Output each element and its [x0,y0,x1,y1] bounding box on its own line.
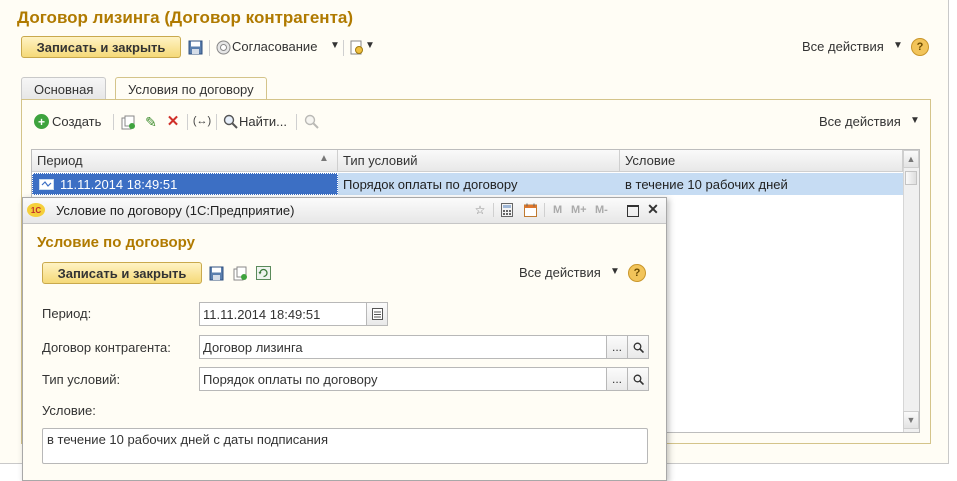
toolbar-separator [493,203,494,217]
document-settings-icon[interactable] [348,39,364,55]
search-icon[interactable] [222,113,238,129]
chevron-down-icon[interactable]: ▼ [365,40,375,51]
reread-icon[interactable] [255,265,271,281]
favorite-icon[interactable]: ☆ [473,203,487,217]
period-calendar-button[interactable] [367,302,388,326]
main-title: Договор лизинга (Договор контрагента) [17,8,354,27]
memory-minus-button[interactable]: M- [595,204,608,216]
toolbar-separator [187,114,188,130]
tab-conditions[interactable]: Условия по договору [115,77,267,101]
copy-icon[interactable] [120,114,136,130]
interval-icon[interactable]: (↔) [192,113,212,129]
chevron-down-icon[interactable]: ▼ [893,40,903,51]
contract-open-button[interactable] [628,335,649,359]
condition-label: Условие: [42,403,96,418]
copy-icon[interactable] [232,265,248,281]
toolbar-separator [343,40,344,56]
tab-main[interactable]: Основная [21,77,107,100]
app-logo: 1С [27,203,45,217]
column-header-period[interactable]: Период ▲ [32,150,338,172]
scroll-down-arrow[interactable]: ▼ [903,411,919,429]
dialog-window-title: Условие по договору (1С:Предприятие) [56,203,295,218]
help-icon[interactable]: ? [911,38,929,56]
column-header-type[interactable]: Тип условий [338,150,620,172]
vertical-scrollbar[interactable] [903,150,919,432]
calendar-icon [371,308,383,320]
search-icon [633,374,644,385]
dialog-all-actions-menu[interactable]: Все действия [519,265,601,280]
toolbar-separator [209,40,210,56]
toolbar-separator [113,114,114,130]
sort-icon[interactable]: ▲ [319,153,329,164]
row-condition[interactable]: в течение 10 рабочих дней [620,173,903,195]
memory-plus-button[interactable]: M+ [571,204,587,216]
toolbar-separator [216,114,217,130]
period-label: Период: [42,306,92,321]
row-period-cell[interactable]: 11.11.2014 18:49:51 [32,173,338,195]
dialog-title: Условие по договору [37,234,195,251]
toolbar-separator [544,203,545,217]
contract-input[interactable]: Договор лизинга [199,335,607,359]
condition-textarea[interactable]: в течение 10 рабочих дней с даты подписа… [42,428,648,464]
dialog-save-close-button[interactable]: Записать и закрыть [42,262,202,284]
save-close-button[interactable]: Записать и закрыть [21,36,181,58]
memory-button[interactable]: M [553,204,562,216]
row-type[interactable]: Порядок оплаты по договору [338,173,620,195]
maximize-icon[interactable] [627,205,639,217]
approval-icon [215,39,231,55]
help-icon[interactable]: ? [628,264,646,282]
all-actions-menu[interactable]: Все действия [819,114,901,129]
type-select-button[interactable]: ... [607,367,628,391]
close-icon[interactable]: ✕ [646,201,660,217]
chevron-down-icon[interactable]: ▼ [910,115,920,126]
calendar-icon[interactable] [523,203,537,217]
create-button[interactable]: Создать [52,114,101,129]
cancel-search-icon[interactable] [303,113,319,129]
save-icon[interactable] [208,265,224,281]
type-open-button[interactable] [628,367,649,391]
find-button[interactable]: Найти... [239,114,287,129]
delete-icon[interactable]: ✕ [165,113,181,130]
column-header-label: Период [37,153,83,168]
period-input[interactable]: 11.11.2014 18:49:51 [199,302,367,326]
type-label: Тип условий: [42,372,121,387]
contract-label: Договор контрагента: [42,340,171,355]
scroll-thumb[interactable] [905,171,917,185]
chevron-down-icon[interactable]: ▼ [610,266,620,277]
search-icon [633,342,644,353]
edit-icon[interactable]: ✎ [143,114,159,130]
record-icon [38,178,54,190]
add-icon[interactable]: + [34,114,49,129]
approval-menu[interactable]: Согласование [232,39,317,54]
toolbar-separator [296,114,297,130]
contract-select-button[interactable]: ... [607,335,628,359]
type-input[interactable]: Порядок оплаты по договору [199,367,607,391]
calculator-icon[interactable] [500,203,514,217]
column-header-condition[interactable]: Условие [620,150,903,172]
row-period: 11.11.2014 18:49:51 [60,176,178,192]
scroll-up-arrow[interactable]: ▲ [903,150,919,168]
all-actions-menu[interactable]: Все действия [802,39,884,54]
save-icon[interactable] [187,39,203,55]
chevron-down-icon[interactable]: ▼ [330,40,340,51]
